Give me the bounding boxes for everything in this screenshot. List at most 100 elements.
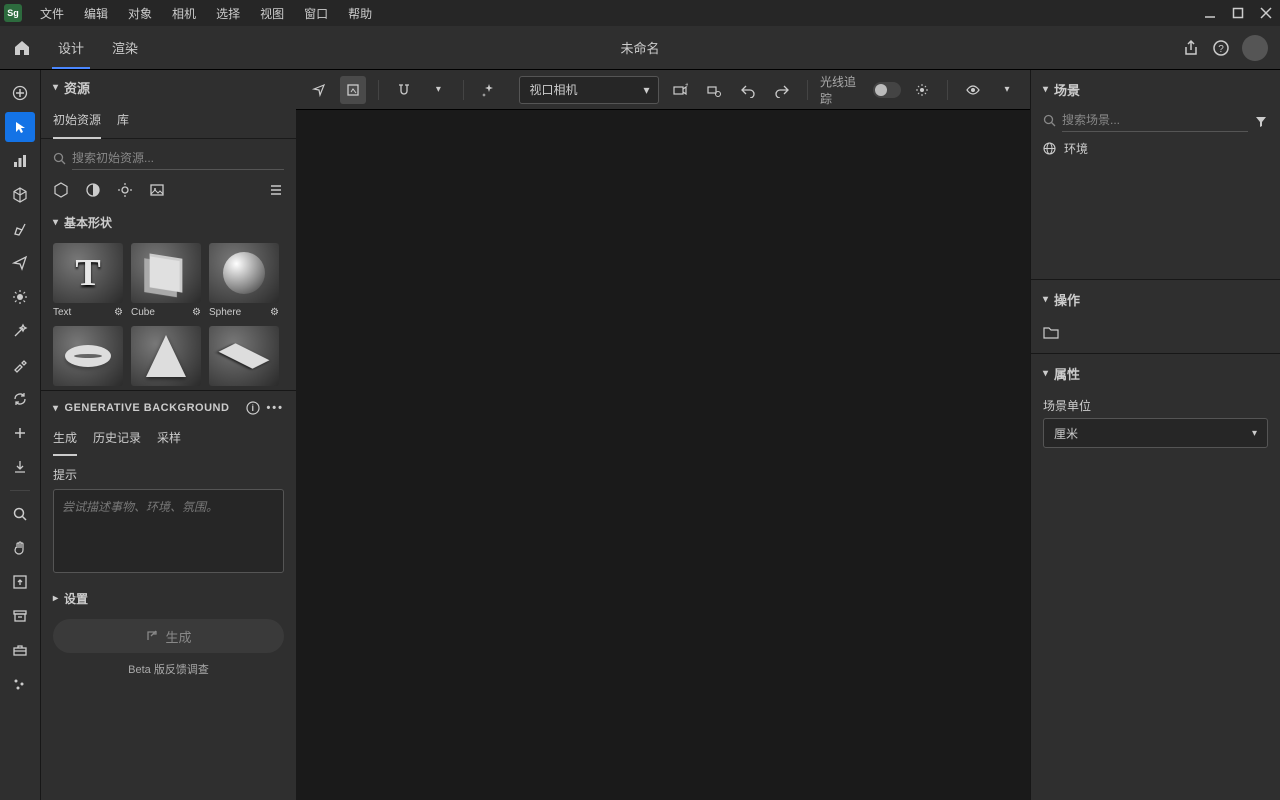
globe-icon: [1043, 142, 1056, 155]
menu-view[interactable]: 视图: [250, 5, 294, 22]
dots-tool[interactable]: [5, 669, 35, 699]
assets-panel: ▾ 资源 初始资源 库 ▾ 基本形状 T Text⚙: [40, 70, 296, 800]
menu-camera[interactable]: 相机: [162, 5, 206, 22]
generate-button[interactable]: 生成: [53, 619, 284, 653]
gen-collapse-icon[interactable]: ▾: [53, 403, 59, 414]
asset-text[interactable]: T Text⚙: [53, 243, 123, 318]
vt-visibility-dropdown-icon[interactable]: ▾: [994, 76, 1020, 104]
asset-plane[interactable]: [209, 326, 279, 386]
asset-options-icon[interactable]: ⚙: [114, 307, 123, 318]
menu-file[interactable]: 文件: [30, 5, 74, 22]
prompt-label: 提示: [41, 456, 296, 489]
assets-title: 资源: [64, 78, 90, 97]
filter-images-icon[interactable]: [149, 182, 165, 198]
eyedropper-tool[interactable]: [5, 350, 35, 380]
actions-title: 操作: [1054, 290, 1080, 309]
tab-starter-assets[interactable]: 初始资源: [53, 105, 101, 138]
actions-collapse-icon[interactable]: ▾: [1043, 294, 1048, 305]
gen-tab-sample[interactable]: 采样: [157, 425, 181, 456]
gen-tab-generate[interactable]: 生成: [53, 425, 77, 456]
assets-search-input[interactable]: [72, 147, 284, 170]
topbar: 设计 渲染 未命名 ?: [0, 26, 1280, 70]
vt-camera-add-icon[interactable]: +: [667, 76, 693, 104]
right-panel: ▾ 场景 环境 ▾ 操作 ▾: [1030, 70, 1280, 800]
minimize-icon[interactable]: [1200, 3, 1220, 23]
gen-tab-history[interactable]: 历史记录: [93, 425, 141, 456]
scene-search-input[interactable]: [1062, 109, 1248, 132]
avatar[interactable]: [1242, 35, 1268, 61]
filter-lights-icon[interactable]: [117, 182, 133, 198]
scene-collapse-icon[interactable]: ▾: [1043, 84, 1048, 95]
menu-select[interactable]: 选择: [206, 5, 250, 22]
light-tool[interactable]: [5, 282, 35, 312]
vt-render-settings-icon[interactable]: [909, 76, 935, 104]
scene-item-environment[interactable]: 环境: [1031, 132, 1280, 165]
close-icon[interactable]: [1256, 3, 1276, 23]
separator: [10, 490, 30, 491]
search-tool[interactable]: [5, 499, 35, 529]
wand-tool[interactable]: [5, 316, 35, 346]
info-icon[interactable]: i: [246, 401, 260, 415]
filter-materials-icon[interactable]: [85, 182, 101, 198]
select-tool[interactable]: [5, 112, 35, 142]
share-icon[interactable]: [1182, 39, 1200, 57]
gen-title: GENERATIVE BACKGROUND: [65, 402, 230, 414]
svg-text:i: i: [252, 403, 255, 413]
actions-folder[interactable]: [1031, 319, 1280, 345]
menu-window[interactable]: 窗口: [294, 5, 338, 22]
filter-models-icon[interactable]: [53, 182, 69, 198]
archive-tool[interactable]: [5, 601, 35, 631]
vt-snap-icon[interactable]: [391, 76, 417, 104]
unit-select[interactable]: 厘米▾: [1043, 418, 1268, 448]
export-tool[interactable]: [5, 567, 35, 597]
menu-help[interactable]: 帮助: [338, 5, 382, 22]
asset-cube[interactable]: Cube⚙: [131, 243, 201, 318]
asset-options-icon[interactable]: ⚙: [192, 307, 201, 318]
tab-render[interactable]: 渲染: [98, 26, 152, 69]
help-icon[interactable]: ?: [1212, 39, 1230, 57]
chart-tool[interactable]: [5, 146, 35, 176]
folder-icon: [1043, 325, 1059, 339]
camera-select[interactable]: 视口相机: [519, 76, 659, 104]
home-button[interactable]: [0, 26, 44, 70]
brush-tool[interactable]: [5, 214, 35, 244]
more-icon[interactable]: •••: [266, 402, 284, 414]
sync-tool[interactable]: [5, 384, 35, 414]
raytrace-toggle[interactable]: [873, 82, 901, 98]
collapse-icon[interactable]: ▾: [53, 82, 58, 93]
asset-torus[interactable]: [53, 326, 123, 386]
asset-sphere[interactable]: Sphere⚙: [209, 243, 279, 318]
add-tool[interactable]: [5, 78, 35, 108]
navigate-tool[interactable]: [5, 248, 35, 278]
section-collapse-icon[interactable]: ▾: [53, 217, 58, 228]
asset-cone[interactable]: [131, 326, 201, 386]
tab-design[interactable]: 设计: [44, 26, 98, 69]
viewport-canvas[interactable]: [296, 110, 1030, 800]
viewport: ▾ 视口相机 + 光线追踪 ▾: [296, 70, 1030, 800]
tab-library[interactable]: 库: [117, 105, 129, 138]
plus-tool[interactable]: [5, 418, 35, 448]
vt-frame-icon[interactable]: [340, 76, 366, 104]
menu-object[interactable]: 对象: [118, 5, 162, 22]
maximize-icon[interactable]: [1228, 3, 1248, 23]
menubar: Sg 文件 编辑 对象 相机 选择 视图 窗口 帮助: [0, 0, 1280, 26]
hand-tool[interactable]: [5, 533, 35, 563]
list-view-icon[interactable]: [268, 182, 284, 198]
vt-redo-icon[interactable]: [769, 76, 795, 104]
toolbox-tool[interactable]: [5, 635, 35, 665]
filter-icon[interactable]: [1254, 114, 1268, 128]
menu-edit[interactable]: 编辑: [74, 5, 118, 22]
settings-expand-icon[interactable]: ▸: [53, 593, 58, 604]
vt-selection-icon[interactable]: [306, 76, 332, 104]
cube-tool[interactable]: [5, 180, 35, 210]
vt-undo-icon[interactable]: [735, 76, 761, 104]
props-collapse-icon[interactable]: ▾: [1043, 368, 1048, 379]
vt-camera-link-icon[interactable]: [701, 76, 727, 104]
vt-visibility-icon[interactable]: [960, 76, 986, 104]
asset-options-icon[interactable]: ⚙: [270, 307, 279, 318]
beta-feedback-link[interactable]: Beta 版反馈调查: [41, 661, 296, 687]
vt-snap-dropdown-icon[interactable]: ▾: [425, 76, 451, 104]
vt-effects-icon[interactable]: [476, 76, 502, 104]
prompt-input[interactable]: [53, 489, 284, 573]
import-tool[interactable]: [5, 452, 35, 482]
